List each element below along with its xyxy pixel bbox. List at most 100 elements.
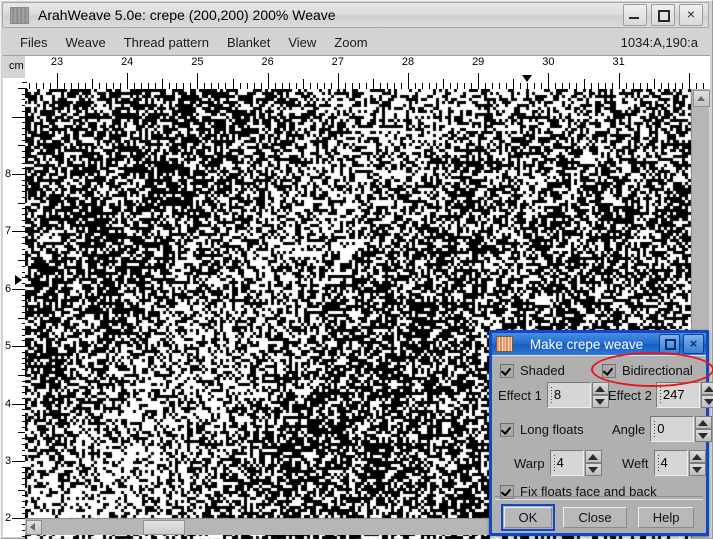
ruler-v-label: 4 — [5, 397, 12, 410]
angle-field-group[interactable]: Angle 0 — [612, 416, 713, 442]
long-floats-checkbox[interactable] — [500, 422, 514, 437]
effect2-field-group[interactable]: Effect 2 247 — [608, 382, 713, 408]
effect1-increment-icon[interactable] — [591, 382, 609, 395]
warp-increment-icon[interactable] — [584, 450, 602, 463]
angle-label: Angle — [612, 421, 646, 437]
ruler-h-tick — [443, 79, 444, 89]
menu-item-files[interactable]: Files — [11, 34, 56, 51]
effect1-field-group[interactable]: Effect 1 8 — [498, 382, 609, 408]
ruler-v-label: 3 — [5, 455, 12, 467]
app-texture-swatch-icon — [10, 6, 29, 24]
ruler-h-tick — [513, 79, 514, 89]
warp-spinner[interactable]: 4 — [549, 450, 602, 476]
dialog-close-button[interactable]: × — [683, 334, 704, 354]
ruler-v-label: 8 — [5, 168, 12, 180]
maximize-button[interactable] — [651, 4, 675, 26]
weft-field-group[interactable]: Weft 4 — [622, 450, 706, 476]
effect1-decrement-icon[interactable] — [591, 395, 609, 408]
shaded-checkbox-row[interactable]: Shaded — [500, 363, 565, 378]
dialog-separator — [495, 496, 703, 500]
ruler-h-tick — [233, 79, 234, 89]
ruler-h-tick — [619, 73, 620, 89]
ruler-h-label: 25 — [191, 56, 204, 68]
ruler-h-tick — [162, 79, 163, 89]
menubar: Files Weave Thread pattern Blanket View … — [3, 31, 708, 53]
angle-decrement-icon[interactable] — [695, 429, 713, 442]
effect2-spinner[interactable]: 247 — [655, 382, 713, 408]
dialog-maximize-button[interactable] — [659, 334, 680, 354]
ruler-h-tick — [584, 79, 585, 89]
ruler-h-tick — [92, 79, 93, 89]
maximize-icon — [658, 10, 670, 22]
vertical-ruler[interactable]: 8 7 6 5 4 3 2 — [3, 78, 27, 537]
ruler-h-tick — [127, 73, 128, 89]
weft-decrement-icon[interactable] — [688, 463, 706, 476]
warp-field-group[interactable]: Warp 4 — [514, 450, 602, 476]
effect1-input[interactable]: 8 — [546, 382, 591, 408]
unit-label: cm — [9, 60, 24, 72]
ruler-h-label: 26 — [261, 56, 274, 68]
ruler-h-position-marker-icon — [522, 75, 533, 82]
warp-spin-arrows[interactable] — [584, 450, 602, 476]
ruler-h-tick — [408, 73, 409, 89]
weft-input[interactable]: 4 — [653, 450, 688, 476]
dialog-window-controls: × — [659, 334, 704, 354]
ruler-h-tick — [268, 73, 269, 89]
shaded-checkbox[interactable] — [500, 363, 514, 378]
menu-item-weave[interactable]: Weave — [56, 34, 114, 51]
dialog-close-icon: × — [689, 336, 698, 351]
ok-button[interactable]: OK — [500, 503, 556, 531]
angle-spinner[interactable]: 0 — [650, 416, 713, 442]
menu-item-view[interactable]: View — [279, 34, 325, 51]
window-titlebar: ArahWeave 5.0e: crepe (200,200) 200% Wea… — [2, 2, 709, 28]
effect2-decrement-icon[interactable] — [700, 395, 713, 408]
scroll-up-arrow-icon[interactable] — [693, 90, 710, 107]
effect2-input[interactable]: 247 — [655, 382, 700, 408]
status-coordinates: 1034:A,190:a — [620, 34, 698, 50]
effect2-increment-icon[interactable] — [700, 382, 713, 395]
dialog-title: Make crepe weave — [529, 336, 644, 352]
close-button-dialog[interactable]: Close — [563, 506, 627, 528]
menu-item-zoom[interactable]: Zoom — [325, 34, 376, 51]
close-button[interactable]: × — [679, 4, 703, 26]
effect1-label: Effect 1 — [498, 387, 542, 403]
weft-increment-icon[interactable] — [688, 450, 706, 463]
ruler-h-label: 30 — [542, 56, 555, 68]
effect2-spin-arrows[interactable] — [700, 382, 713, 408]
weft-spin-arrows[interactable] — [688, 450, 706, 476]
scroll-left-arrow-icon[interactable] — [26, 520, 42, 535]
ruler-h-label: 23 — [50, 56, 64, 68]
minimize-icon — [629, 17, 639, 19]
angle-increment-icon[interactable] — [695, 416, 713, 429]
window-controls: × — [623, 4, 703, 26]
menu-item-thread-pattern[interactable]: Thread pattern — [115, 34, 218, 51]
ruler-v-label: 6 — [5, 282, 12, 295]
effect1-spin-arrows[interactable] — [591, 382, 609, 408]
warp-input[interactable]: 4 — [549, 450, 584, 476]
help-button[interactable]: Help — [637, 506, 695, 528]
menu-item-blanket[interactable]: Blanket — [218, 34, 279, 51]
warp-decrement-icon[interactable] — [584, 463, 602, 476]
minimize-button[interactable] — [623, 4, 647, 26]
warp-label: Warp — [514, 455, 545, 471]
window-title: ArahWeave 5.0e: crepe (200,200) 200% Wea… — [38, 7, 336, 23]
effect1-spinner[interactable]: 8 — [546, 382, 609, 408]
bidirectional-checkbox[interactable] — [602, 363, 616, 378]
ruler-h-tick — [338, 73, 339, 89]
dialog-titlebar: Make crepe weave × — [492, 333, 706, 355]
horizontal-ruler[interactable]: 23 24 25 26 27 28 29 30 31 — [25, 56, 710, 89]
horizontal-scroll-thumb[interactable] — [143, 520, 185, 535]
ruler-h-label: 31 — [612, 56, 625, 68]
ruler-h-label: 28 — [401, 56, 415, 68]
arahweave-application-window: ArahWeave 5.0e: crepe (200,200) 200% Wea… — [0, 0, 713, 539]
ruler-v-tick — [22, 82, 27, 83]
long-floats-checkbox-row[interactable]: Long floats — [500, 422, 584, 437]
ruler-v-label: 2 — [5, 512, 12, 525]
ruler-h-tick — [689, 73, 690, 89]
bidirectional-checkbox-row[interactable]: Bidirectional — [602, 363, 693, 378]
angle-input[interactable]: 0 — [650, 416, 695, 442]
angle-spin-arrows[interactable] — [695, 416, 713, 442]
weft-spinner[interactable]: 4 — [653, 450, 706, 476]
close-icon: × — [686, 6, 696, 22]
ruler-h-label: 29 — [472, 56, 485, 68]
